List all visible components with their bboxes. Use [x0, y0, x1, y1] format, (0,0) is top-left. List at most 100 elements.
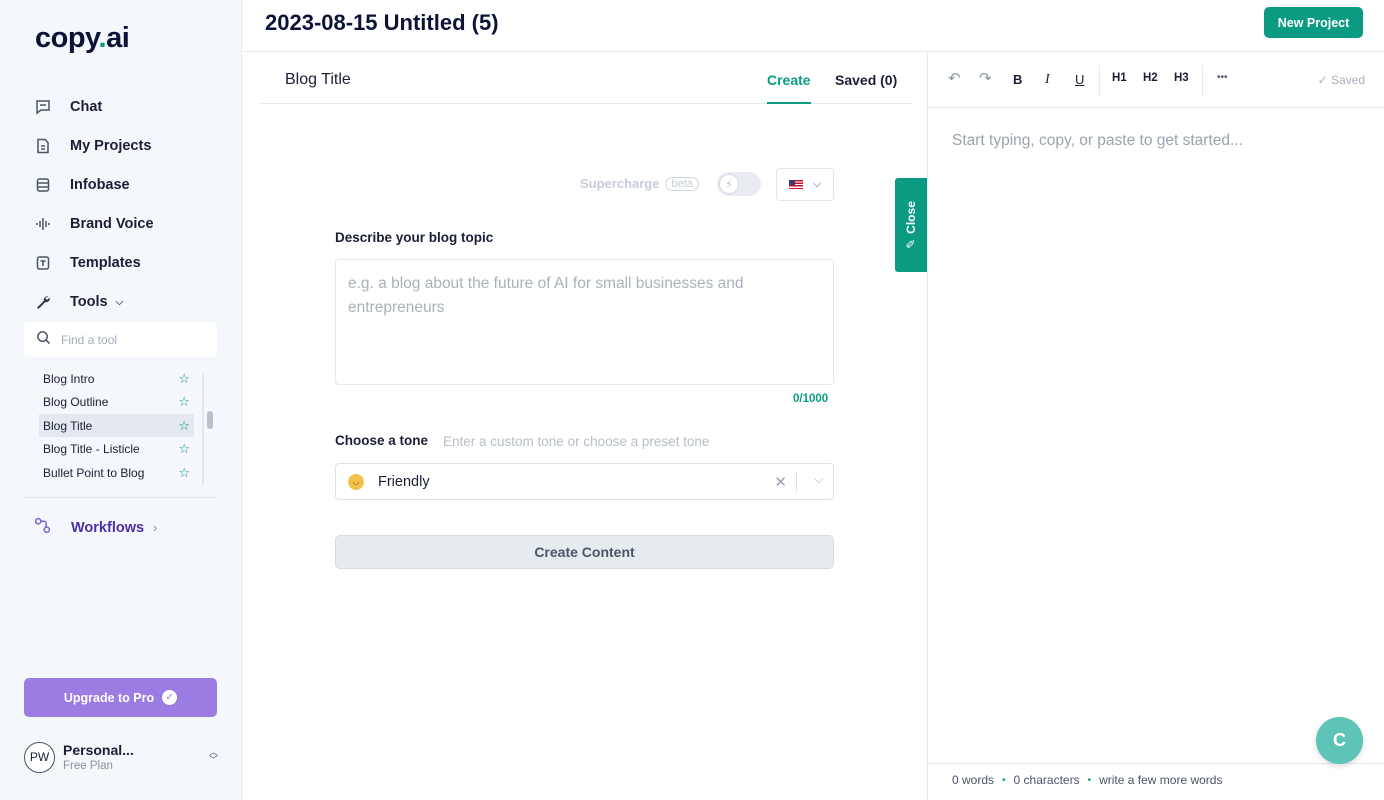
topic-label: Describe your blog topic: [335, 230, 494, 245]
redo-icon[interactable]: ↷: [979, 69, 992, 87]
language-select[interactable]: ⌵: [776, 168, 834, 201]
account-name: Personal...: [63, 742, 134, 758]
tool-item-label: Blog Title - Listicle: [43, 441, 140, 456]
tool-panel: Blog Title Create Saved (0) Supercharge …: [243, 53, 927, 800]
dot-separator: •: [1002, 774, 1006, 786]
template-icon: [34, 254, 52, 272]
supercharge-label: Supercharge beta: [580, 176, 699, 191]
toolbar-separator: [1099, 65, 1100, 97]
tone-hint: Enter a custom tone or choose a preset t…: [443, 434, 710, 449]
nav-templates[interactable]: Templates: [34, 249, 141, 277]
character-counter: 0/1000: [793, 393, 829, 405]
tool-item-label: Bullet Point to Blog: [43, 465, 145, 480]
toolbar-separator: [1202, 65, 1203, 97]
chevron-right-icon: ›: [153, 520, 158, 535]
chat-support-button[interactable]: C: [1316, 717, 1363, 764]
topic-input[interactable]: [335, 259, 834, 385]
upgrade-label: Upgrade to Pro: [63, 690, 155, 705]
word-count: 0 words: [952, 773, 995, 787]
sidebar: copy.ai Chat My Projects Infobase Brand …: [0, 0, 242, 800]
nav-tools-label: Tools: [70, 294, 108, 310]
tab-create[interactable]: Create: [767, 72, 811, 104]
checkmark-icon: ✓: [1317, 73, 1331, 87]
tool-list-scrollbar[interactable]: [207, 411, 213, 429]
nav-tools[interactable]: Tools ⌵: [34, 288, 123, 316]
nav-chat-label: Chat: [70, 99, 103, 115]
star-icon[interactable]: ☆: [178, 465, 190, 481]
tool-search[interactable]: [24, 322, 217, 357]
workflow-icon: [34, 517, 52, 538]
chevron-down-icon: ⌵: [812, 178, 822, 190]
tool-search-input[interactable]: [61, 332, 201, 347]
tool-item-blog-outline[interactable]: Blog Outline ☆: [39, 390, 194, 413]
logo-text: copy: [35, 22, 99, 54]
save-status: ✓ Saved: [1318, 73, 1365, 87]
heading-1-button[interactable]: H1: [1112, 72, 1127, 84]
chat-icon: [34, 98, 52, 116]
nav-my-projects[interactable]: My Projects: [34, 132, 151, 160]
star-icon[interactable]: ☆: [178, 394, 190, 410]
tool-item-bullet-point-to-blog[interactable]: Bullet Point to Blog ☆: [39, 461, 194, 484]
italic-button[interactable]: I: [1045, 72, 1050, 88]
soundwave-icon: [34, 215, 52, 233]
star-icon[interactable]: ☆: [178, 418, 190, 434]
undo-icon[interactable]: ↶: [948, 69, 961, 87]
new-project-button[interactable]: New Project: [1264, 7, 1363, 38]
editor-stats: 0 words • 0 characters • write a few mor…: [952, 773, 1222, 787]
logo-suffix: ai: [106, 22, 130, 54]
tool-list: Blog Intro ☆ Blog Outline ☆ Blog Title ☆ Bl…: [24, 366, 217, 486]
tone-select[interactable]: ◡ Friendly ✕ ⌵: [335, 463, 834, 500]
nav-infobase-label: Infobase: [70, 177, 130, 193]
star-icon[interactable]: ☆: [178, 441, 190, 457]
tool-title: Blog Title: [285, 71, 351, 88]
logo-dot: .: [98, 22, 107, 54]
editor-placeholder[interactable]: Start typing, copy, or paste to get star…: [952, 132, 1243, 150]
more-options-icon[interactable]: •••: [1217, 72, 1228, 83]
tab-saved[interactable]: Saved (0): [835, 72, 897, 88]
app-logo[interactable]: copy.ai: [35, 22, 130, 55]
clear-icon[interactable]: ✕: [774, 473, 787, 491]
nav-templates-label: Templates: [70, 255, 141, 271]
sidebar-divider: [24, 497, 217, 498]
heading-2-button[interactable]: H2: [1143, 72, 1158, 84]
close-panel-label: Close: [904, 201, 918, 234]
chevron-up-down-icon: ︿ ﹀: [208, 747, 218, 765]
tool-item-label: Blog Intro: [43, 371, 95, 386]
tool-item-blog-title[interactable]: Blog Title ☆: [39, 414, 194, 437]
character-count: 0 characters: [1013, 773, 1080, 787]
heading-3-button[interactable]: H3: [1174, 72, 1189, 84]
bold-button[interactable]: B: [1013, 72, 1022, 87]
document-icon: [34, 137, 52, 155]
close-panel-tab[interactable]: ✎ Close: [895, 178, 927, 272]
dot-separator: •: [1087, 774, 1092, 786]
top-header: 2023-08-15 Untitled (5) New Project: [243, 0, 1384, 52]
account-switcher[interactable]: PW Personal... Free Plan ︿ ﹀: [24, 740, 224, 774]
star-icon[interactable]: ☆: [178, 371, 190, 387]
tool-item-label: Blog Outline: [43, 394, 109, 409]
nav-chat[interactable]: Chat: [34, 93, 102, 121]
editor-panel: ↶ ↷ B I U H1 H2 H3 ••• ✓ Saved Start typ…: [927, 53, 1384, 800]
writing-hint: write a few more words: [1099, 773, 1223, 787]
verified-check-icon: ✓: [162, 690, 178, 705]
smiley-emoji-icon: ◡: [348, 473, 364, 490]
search-icon: [36, 330, 51, 350]
tone-value: Friendly: [378, 473, 430, 490]
nav-infobase[interactable]: Infobase: [34, 171, 130, 199]
nav-brand-voice-label: Brand Voice: [70, 216, 154, 232]
page-title[interactable]: 2023-08-15 Untitled (5): [265, 10, 499, 36]
beta-badge: beta: [665, 176, 699, 191]
chevron-down-icon[interactable]: ⌵: [815, 474, 823, 487]
tool-item-label: Blog Title: [43, 418, 93, 433]
account-plan: Free Plan: [63, 760, 113, 772]
tool-item-blog-title-listicle[interactable]: Blog Title - Listicle ☆: [39, 437, 194, 460]
supercharge-toggle[interactable]: ⚡: [717, 172, 761, 196]
nav-brand-voice[interactable]: Brand Voice: [34, 210, 154, 238]
create-content-button[interactable]: Create Content: [335, 535, 834, 569]
upgrade-button[interactable]: Upgrade to Pro ✓: [24, 678, 217, 717]
editor-footer-divider: [928, 763, 1384, 764]
tool-item-blog-intro[interactable]: Blog Intro ☆: [39, 367, 194, 390]
tone-label: Choose a tone: [335, 433, 429, 448]
save-status-label: Saved: [1330, 73, 1365, 87]
underline-button[interactable]: U: [1075, 72, 1084, 87]
nav-workflows[interactable]: Workflows ›: [34, 517, 157, 538]
